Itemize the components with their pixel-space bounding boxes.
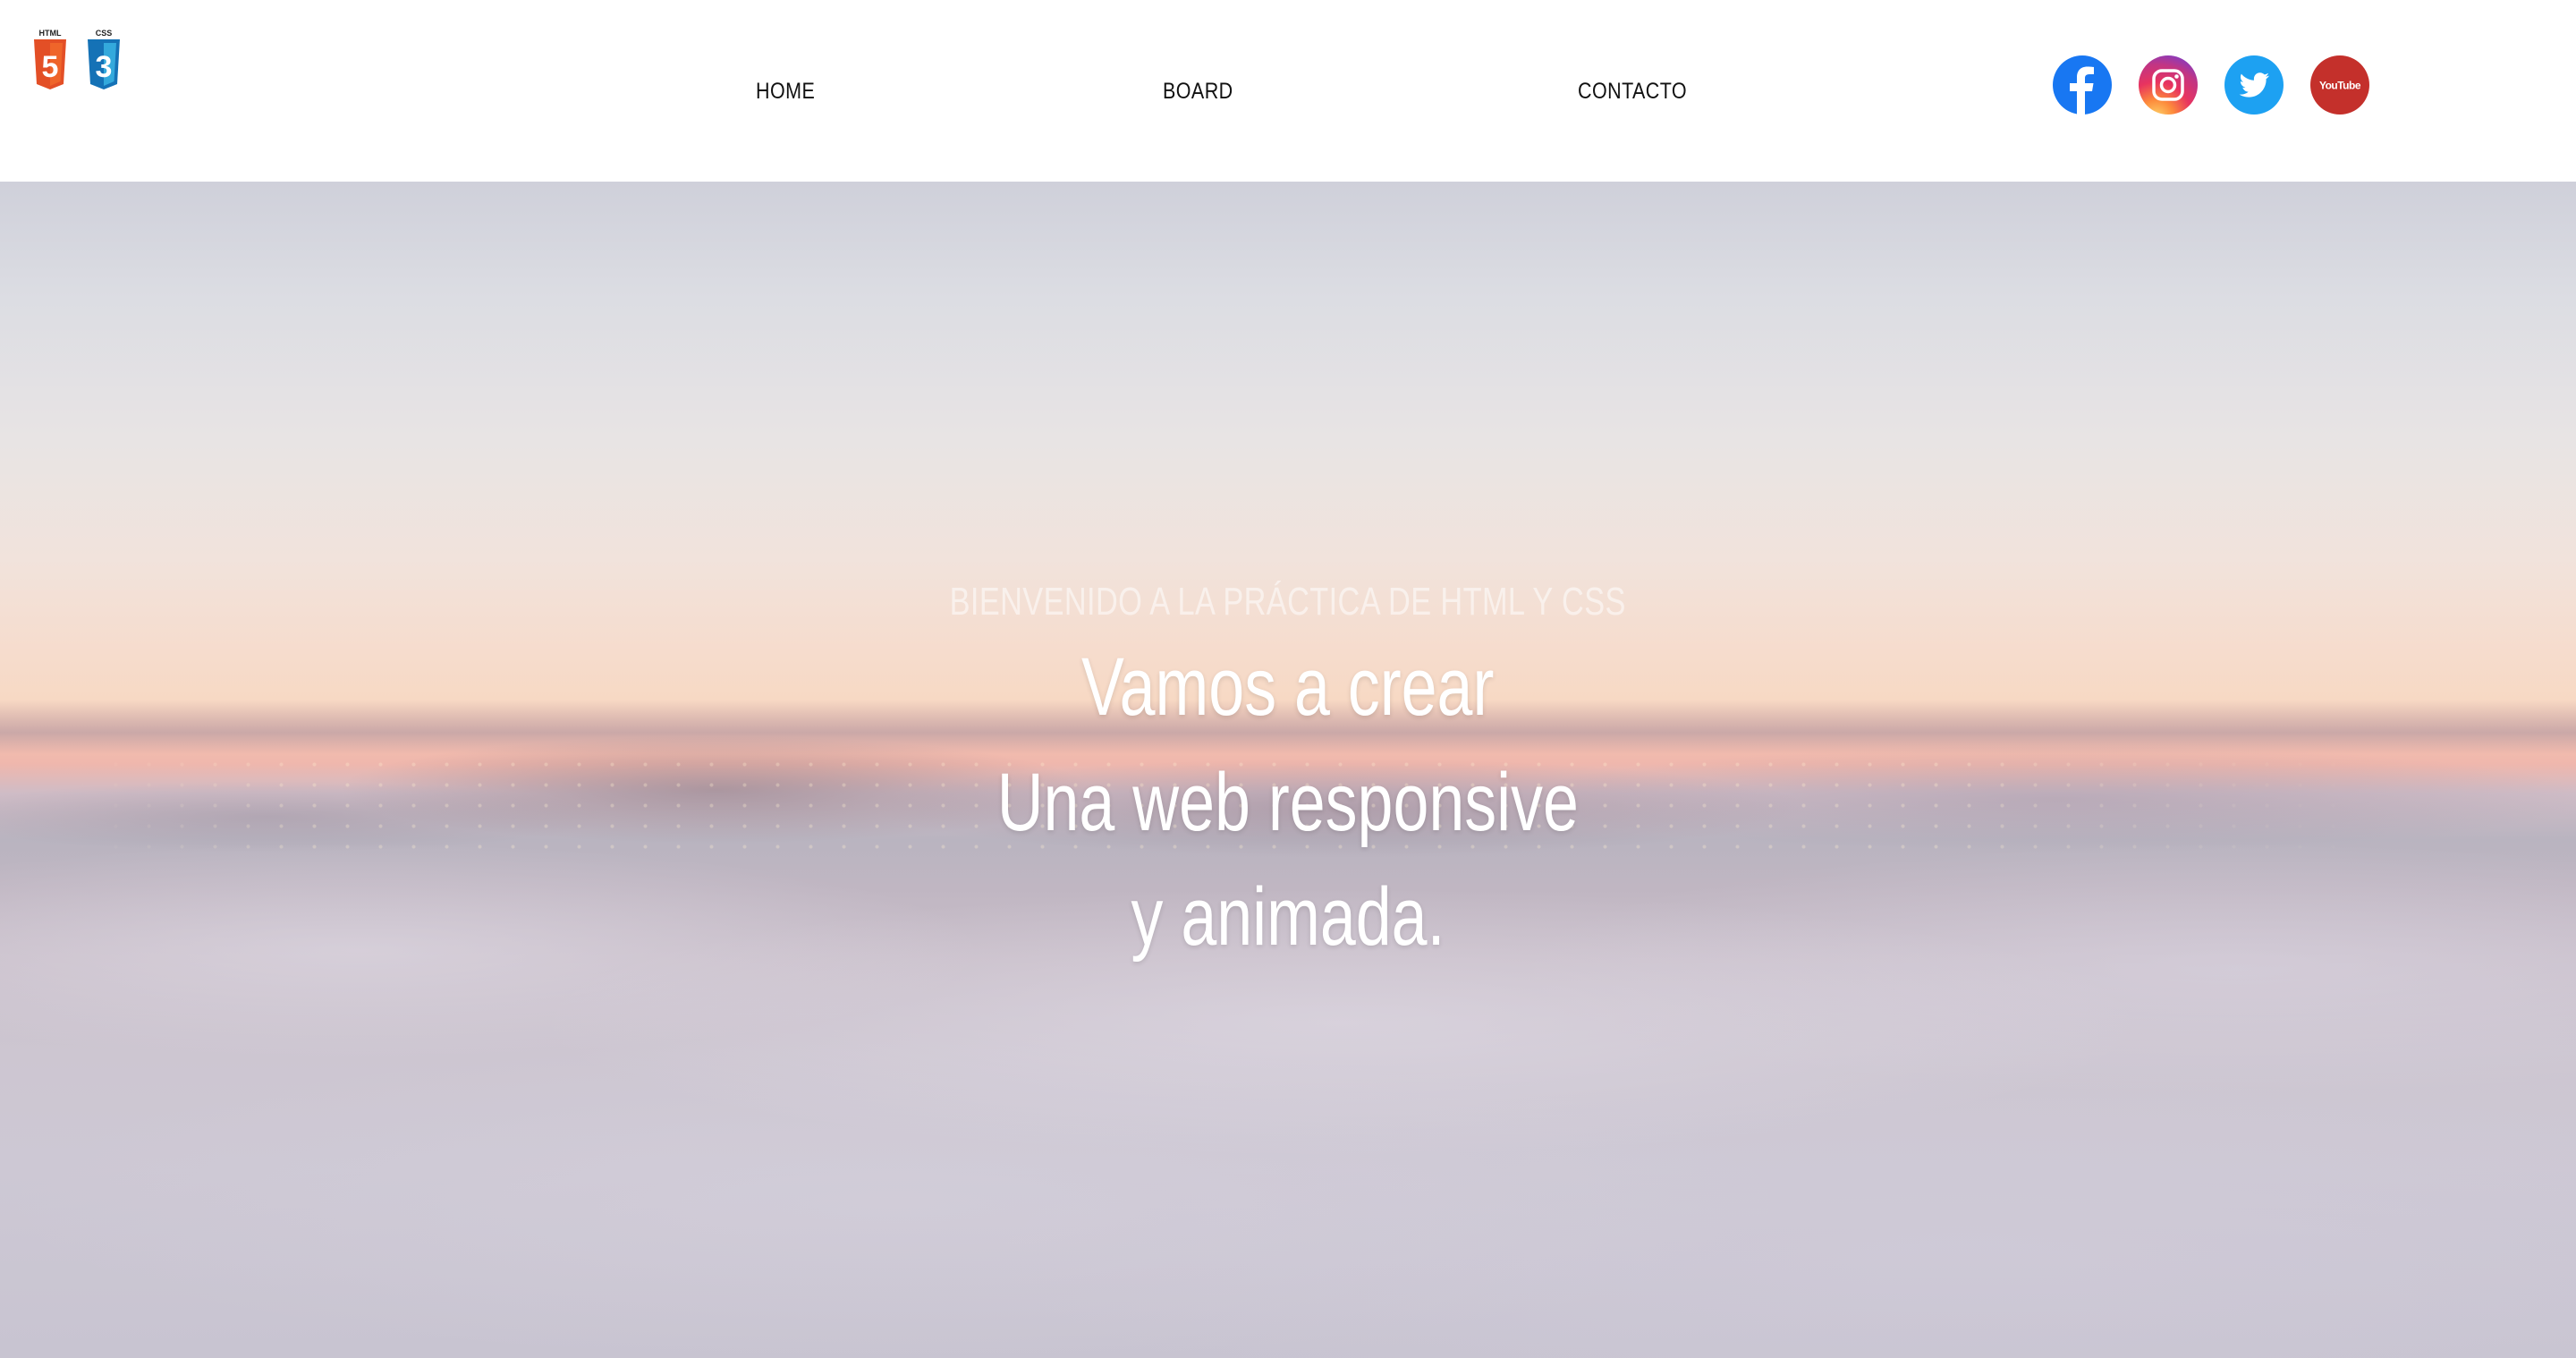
instagram-link[interactable] bbox=[2139, 55, 2198, 115]
hero-heading-line-3: y animada. bbox=[0, 863, 2576, 971]
hero-heading-line-3-text: y animada. bbox=[1131, 871, 1445, 963]
facebook-link[interactable] bbox=[2053, 55, 2112, 115]
hero-heading-line-2-text: Una web responsive bbox=[996, 757, 1580, 848]
hero-heading-line-2: Una web responsive bbox=[0, 749, 2576, 856]
youtube-link[interactable]: YouTube bbox=[2310, 55, 2369, 115]
css-logo-label: CSS bbox=[96, 29, 113, 38]
html5-css3-logo[interactable]: HTML 5 CSS 3 bbox=[30, 27, 134, 93]
html-logo-label: HTML bbox=[39, 29, 62, 38]
hero-subtitle-text: BIENVENIDO A LA PRÁCTICA DE HTML Y CSS bbox=[949, 580, 1627, 624]
hero-subtitle: BIENVENIDO A LA PRÁCTICA DE HTML Y CSS bbox=[0, 575, 2576, 629]
hero-banner: BIENVENIDO A LA PRÁCTICA DE HTML Y CSS V… bbox=[0, 182, 2576, 1358]
html-logo-number: 5 bbox=[42, 50, 59, 84]
youtube-label: YouTube bbox=[2319, 80, 2361, 92]
hero-heading-line-1-text: Vamos a crear bbox=[1081, 641, 1495, 733]
nav-home[interactable]: HOME bbox=[756, 73, 815, 109]
nav-board[interactable]: BOARD bbox=[1163, 73, 1233, 109]
facebook-icon bbox=[2053, 55, 2112, 115]
twitter-icon bbox=[2224, 55, 2284, 115]
twitter-link[interactable] bbox=[2224, 55, 2284, 115]
nav-contacto[interactable]: CONTACTO bbox=[1578, 73, 1687, 109]
site-header: HTML 5 CSS 3 HOME BOARD CONTACTO YouTube bbox=[0, 0, 2576, 182]
hero-heading-line-1: Vamos a crear bbox=[0, 633, 2576, 741]
instagram-icon bbox=[2139, 55, 2198, 115]
youtube-icon: YouTube bbox=[2310, 55, 2369, 115]
css-logo-number: 3 bbox=[96, 50, 113, 84]
